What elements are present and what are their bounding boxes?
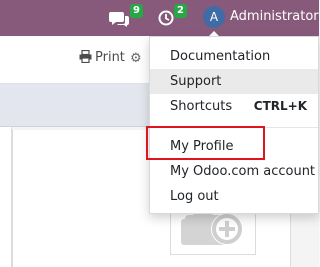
menu-item-label: My Profile <box>170 139 234 154</box>
menu-item-label: My Odoo.com account <box>170 164 316 179</box>
top-navbar: 9 2 A Administrator <box>0 0 319 36</box>
menu-item-support[interactable]: Support <box>150 69 318 94</box>
gear-icon[interactable]: ⚙ <box>130 51 142 65</box>
menu-item-logout[interactable]: Log out <box>150 184 318 209</box>
user-dropdown-menu: Documentation Support Shortcuts CTRL+K M… <box>149 36 319 214</box>
menu-item-label: Shortcuts <box>170 99 233 114</box>
shortcut-hint: CTRL+K <box>253 99 307 113</box>
user-name: Administrator <box>230 9 319 24</box>
print-label: Print <box>95 50 125 65</box>
sheet-edge <box>0 127 12 267</box>
printer-icon <box>79 49 92 64</box>
menu-item-my-profile[interactable]: My Profile <box>150 134 318 159</box>
menu-divider <box>150 127 318 128</box>
menu-item-label: Documentation <box>170 49 271 64</box>
menu-item-odoo-account[interactable]: My Odoo.com account <box>150 159 318 184</box>
chat-bubbles-icon[interactable] <box>106 5 132 31</box>
menu-item-documentation[interactable]: Documentation <box>150 44 318 69</box>
activities-count-badge: 2 <box>174 4 187 18</box>
print-button[interactable]: Print <box>79 49 125 65</box>
menu-item-label: Log out <box>170 189 219 204</box>
menu-item-shortcuts[interactable]: Shortcuts CTRL+K <box>150 94 318 119</box>
menu-item-label: Support <box>170 74 222 89</box>
messages-count-badge: 9 <box>130 4 143 18</box>
avatar: A <box>203 6 225 28</box>
